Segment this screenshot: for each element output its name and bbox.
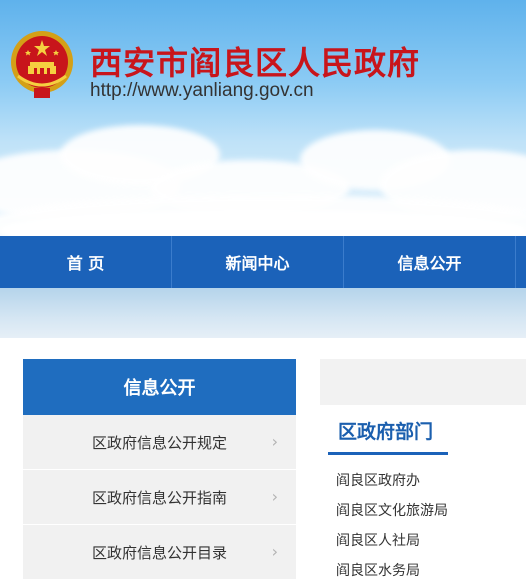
- chevron-right-icon: ›: [271, 432, 278, 451]
- departments-title-underline: [328, 452, 448, 455]
- header-banner: 西安市阎良区人民政府 http://www.yanliang.gov.cn: [0, 0, 526, 236]
- departments-list: 阎良区政府办 阎良区文化旅游局 阎良区人社局 阎良区水务局: [336, 470, 526, 582]
- site-url[interactable]: http://www.yanliang.gov.cn: [90, 80, 314, 102]
- sidebar-item-label: 区政府信息公开目录: [91, 543, 227, 562]
- nav-item-info-disclosure[interactable]: 信息公开: [344, 236, 516, 288]
- chevron-right-icon: ›: [271, 487, 278, 506]
- breadcrumb-bar: [320, 359, 526, 405]
- department-link[interactable]: 阎良区文化旅游局: [336, 500, 526, 530]
- department-link[interactable]: 阎良区人社局: [336, 530, 526, 560]
- chevron-right-icon: ›: [271, 542, 278, 561]
- sidebar-title: 信息公开: [23, 359, 296, 415]
- nav-item-news[interactable]: 新闻中心: [172, 236, 344, 288]
- department-link[interactable]: 阎良区政府办: [336, 470, 526, 500]
- main-nav: 首 页 新闻中心 信息公开: [0, 236, 526, 288]
- sidebar-list: 区政府信息公开规定 › 区政府信息公开指南 › 区政府信息公开目录 ›: [23, 415, 296, 580]
- sidebar-item-label: 区政府信息公开指南: [91, 488, 227, 507]
- sidebar-item-regulations[interactable]: 区政府信息公开规定 ›: [23, 415, 296, 470]
- departments-title: 区政府部门: [338, 421, 434, 443]
- department-link[interactable]: 阎良区水务局: [336, 560, 526, 582]
- national-emblem-icon: [11, 31, 73, 98]
- site-title[interactable]: 西安市阎良区人民政府: [90, 38, 420, 84]
- banner-strip: [0, 288, 526, 338]
- sidebar-item-guide[interactable]: 区政府信息公开指南 ›: [23, 470, 296, 525]
- nav-item-home[interactable]: 首 页: [0, 236, 172, 288]
- sidebar-item-label: 区政府信息公开规定: [91, 433, 227, 452]
- nav-item-overflow[interactable]: [516, 236, 526, 288]
- sidebar-item-catalog[interactable]: 区政府信息公开目录 ›: [23, 525, 296, 580]
